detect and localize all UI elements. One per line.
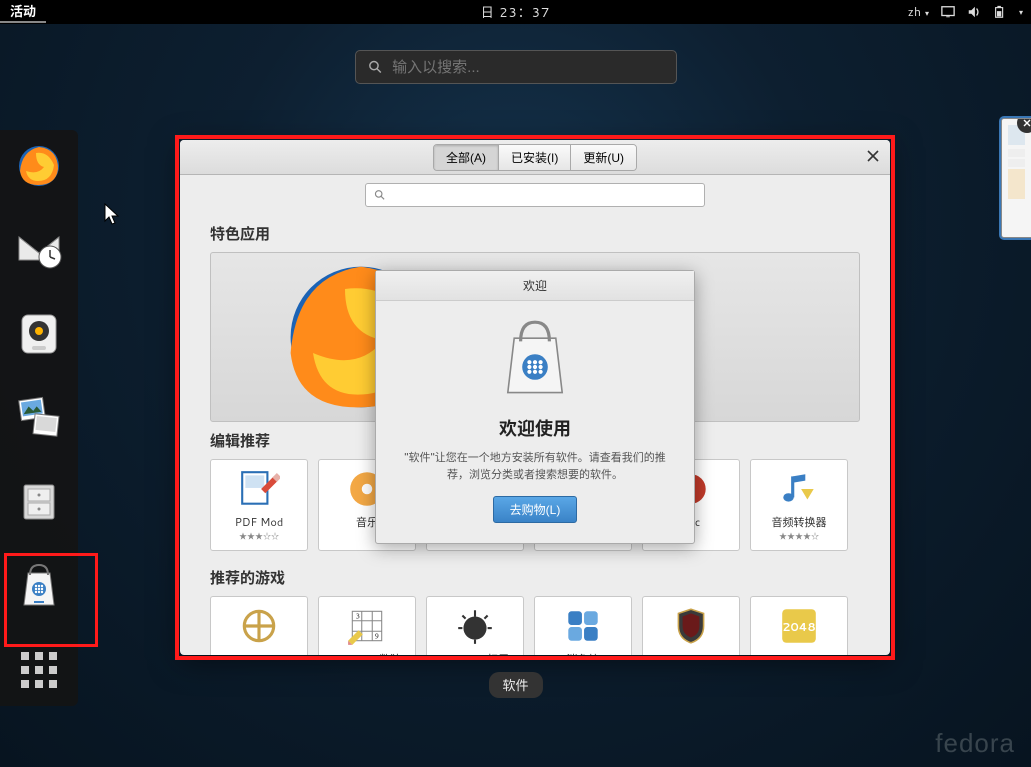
input-language[interactable]: zh▾ [908, 3, 929, 21]
music-player-icon[interactable] [9, 304, 69, 364]
dialog-backdrop: 欢迎 欢迎使用 "软件"让您在一个地方安装所有软件。请查看我们的推荐，浏览分类或… [180, 140, 890, 655]
overview-search-input[interactable] [392, 59, 663, 76]
dialog-body-text: "软件"让您在一个地方安装所有软件。请查看我们的推荐，浏览分类或者搜索想要的软件… [396, 449, 674, 482]
system-menu-caret[interactable]: ▾ [1019, 6, 1023, 18]
go-shopping-button[interactable]: 去购物(L) [493, 496, 578, 523]
show-applications-button[interactable] [9, 640, 69, 700]
top-bar: 活动 日 23：37 zh▾ ▾ [0, 0, 1031, 24]
welcome-dialog: 欢迎 欢迎使用 "软件"让您在一个地方安装所有软件。请查看我们的推荐，浏览分类或… [375, 270, 695, 544]
mouse-cursor [104, 203, 122, 227]
battery-icon [993, 5, 1007, 19]
files-icon[interactable] [9, 472, 69, 532]
photos-icon[interactable] [9, 388, 69, 448]
display-icon [941, 5, 955, 19]
firefox-icon[interactable] [9, 136, 69, 196]
search-icon [368, 59, 383, 75]
fedora-branding: fedora [935, 728, 1015, 759]
dialog-heading: 欢迎使用 [396, 415, 674, 441]
window-caption: 软件 [488, 672, 542, 698]
status-area[interactable]: zh▾ ▾ [908, 3, 1023, 21]
clock[interactable]: 日 23：37 [481, 2, 551, 22]
dock [0, 130, 78, 706]
software-window: 全部(A) 已安装(I) 更新(U) 特色应用 编辑推荐 PDF Mod ★★★… [180, 140, 890, 655]
dialog-title: 欢迎 [376, 271, 694, 301]
workspace-thumbnail[interactable] [1001, 118, 1031, 238]
shopping-bag-icon [495, 319, 575, 399]
overview-search[interactable] [355, 50, 677, 84]
activities-button[interactable]: 活动 [0, 1, 46, 23]
volume-icon [967, 5, 981, 19]
software-icon[interactable] [9, 556, 69, 616]
close-icon [1023, 119, 1031, 127]
mail-clock-icon[interactable] [9, 220, 69, 280]
